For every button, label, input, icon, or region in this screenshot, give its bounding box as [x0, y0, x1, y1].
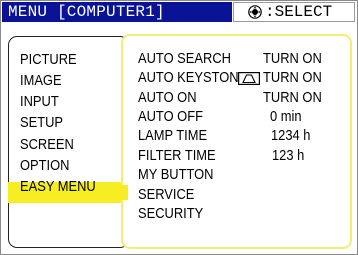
menu-item-image[interactable]: IMAGE	[20, 73, 62, 89]
menu-item-easy-menu[interactable]: EASY MENU	[20, 179, 96, 195]
auto-off-value: 0 min	[270, 108, 302, 125]
menu-title: MENU [COMPUTER1]	[2, 2, 232, 22]
menu-item-picture[interactable]: PICTURE	[20, 52, 77, 68]
select-hint: :SELECT	[233, 2, 355, 22]
option-service[interactable]: SERVICE	[138, 187, 194, 203]
keystone-icon	[238, 72, 260, 85]
option-auto-search[interactable]: AUTO SEARCH	[138, 51, 231, 67]
option-filter-time[interactable]: FILTER TIME	[138, 148, 216, 164]
option-auto-keystone[interactable]: AUTO KEYSTONE	[138, 70, 247, 86]
lamp-time-value: 1234 h	[271, 127, 311, 144]
select-hint-label: :SELECT	[265, 3, 333, 21]
option-auto-on[interactable]: AUTO ON	[138, 90, 197, 106]
auto-search-value: TURN ON	[263, 50, 322, 67]
menu-item-option[interactable]: OPTION	[20, 158, 69, 174]
menu-item-setup[interactable]: SETUP	[20, 115, 63, 131]
option-my-button[interactable]: MY BUTTON	[138, 167, 214, 183]
menu-item-screen[interactable]: SCREEN	[20, 137, 74, 153]
option-security[interactable]: SECURITY	[138, 206, 203, 222]
joystick-icon	[248, 5, 262, 19]
auto-keystone-value: TURN ON	[263, 69, 322, 86]
highlight-connector	[120, 185, 128, 200]
option-auto-off[interactable]: AUTO OFF	[138, 109, 203, 125]
filter-time-value: 123 h	[272, 147, 305, 164]
osd-menu: MENU [COMPUTER1] :SELECT PICTURE IMAGE I…	[0, 0, 358, 255]
menu-item-input[interactable]: INPUT	[20, 94, 59, 110]
option-lamp-time[interactable]: LAMP TIME	[138, 128, 207, 144]
auto-on-value: TURN ON	[263, 89, 322, 106]
menu-header: MENU [COMPUTER1] :SELECT	[1, 1, 357, 25]
